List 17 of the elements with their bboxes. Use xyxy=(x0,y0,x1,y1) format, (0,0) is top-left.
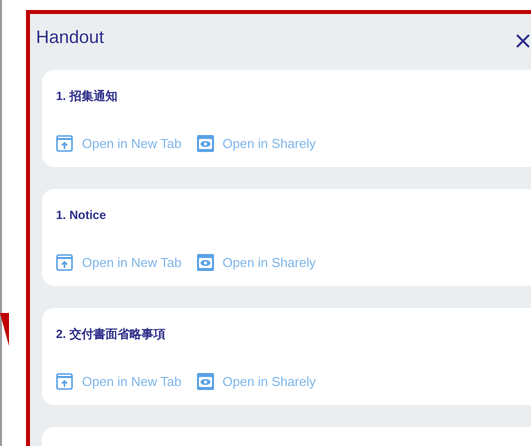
eye-icon xyxy=(196,373,214,390)
handout-title: 1. Notice xyxy=(56,207,108,224)
open-link[interactable]: Open in New Tab xyxy=(56,134,182,154)
handout-title: 1. 招集通知 xyxy=(56,88,118,105)
upload-box-icon xyxy=(56,373,73,390)
handout-title: 2. 交付書面省略事項 xyxy=(56,326,166,343)
open-link[interactable]: Open in New Tab xyxy=(56,372,182,392)
upload-box-icon xyxy=(56,135,73,152)
open-link[interactable]: Open in Sharely xyxy=(196,253,316,272)
eye-icon xyxy=(196,254,214,272)
close-icon[interactable] xyxy=(516,34,530,48)
dialog-title: Handout xyxy=(36,26,104,49)
open-link[interactable]: Open in Sharely xyxy=(196,134,316,154)
upload-box-icon xyxy=(56,254,73,272)
open-link[interactable]: Open in Sharely xyxy=(196,372,316,392)
eye-icon xyxy=(196,135,214,152)
open-link[interactable]: Open in New Tab xyxy=(56,253,182,272)
